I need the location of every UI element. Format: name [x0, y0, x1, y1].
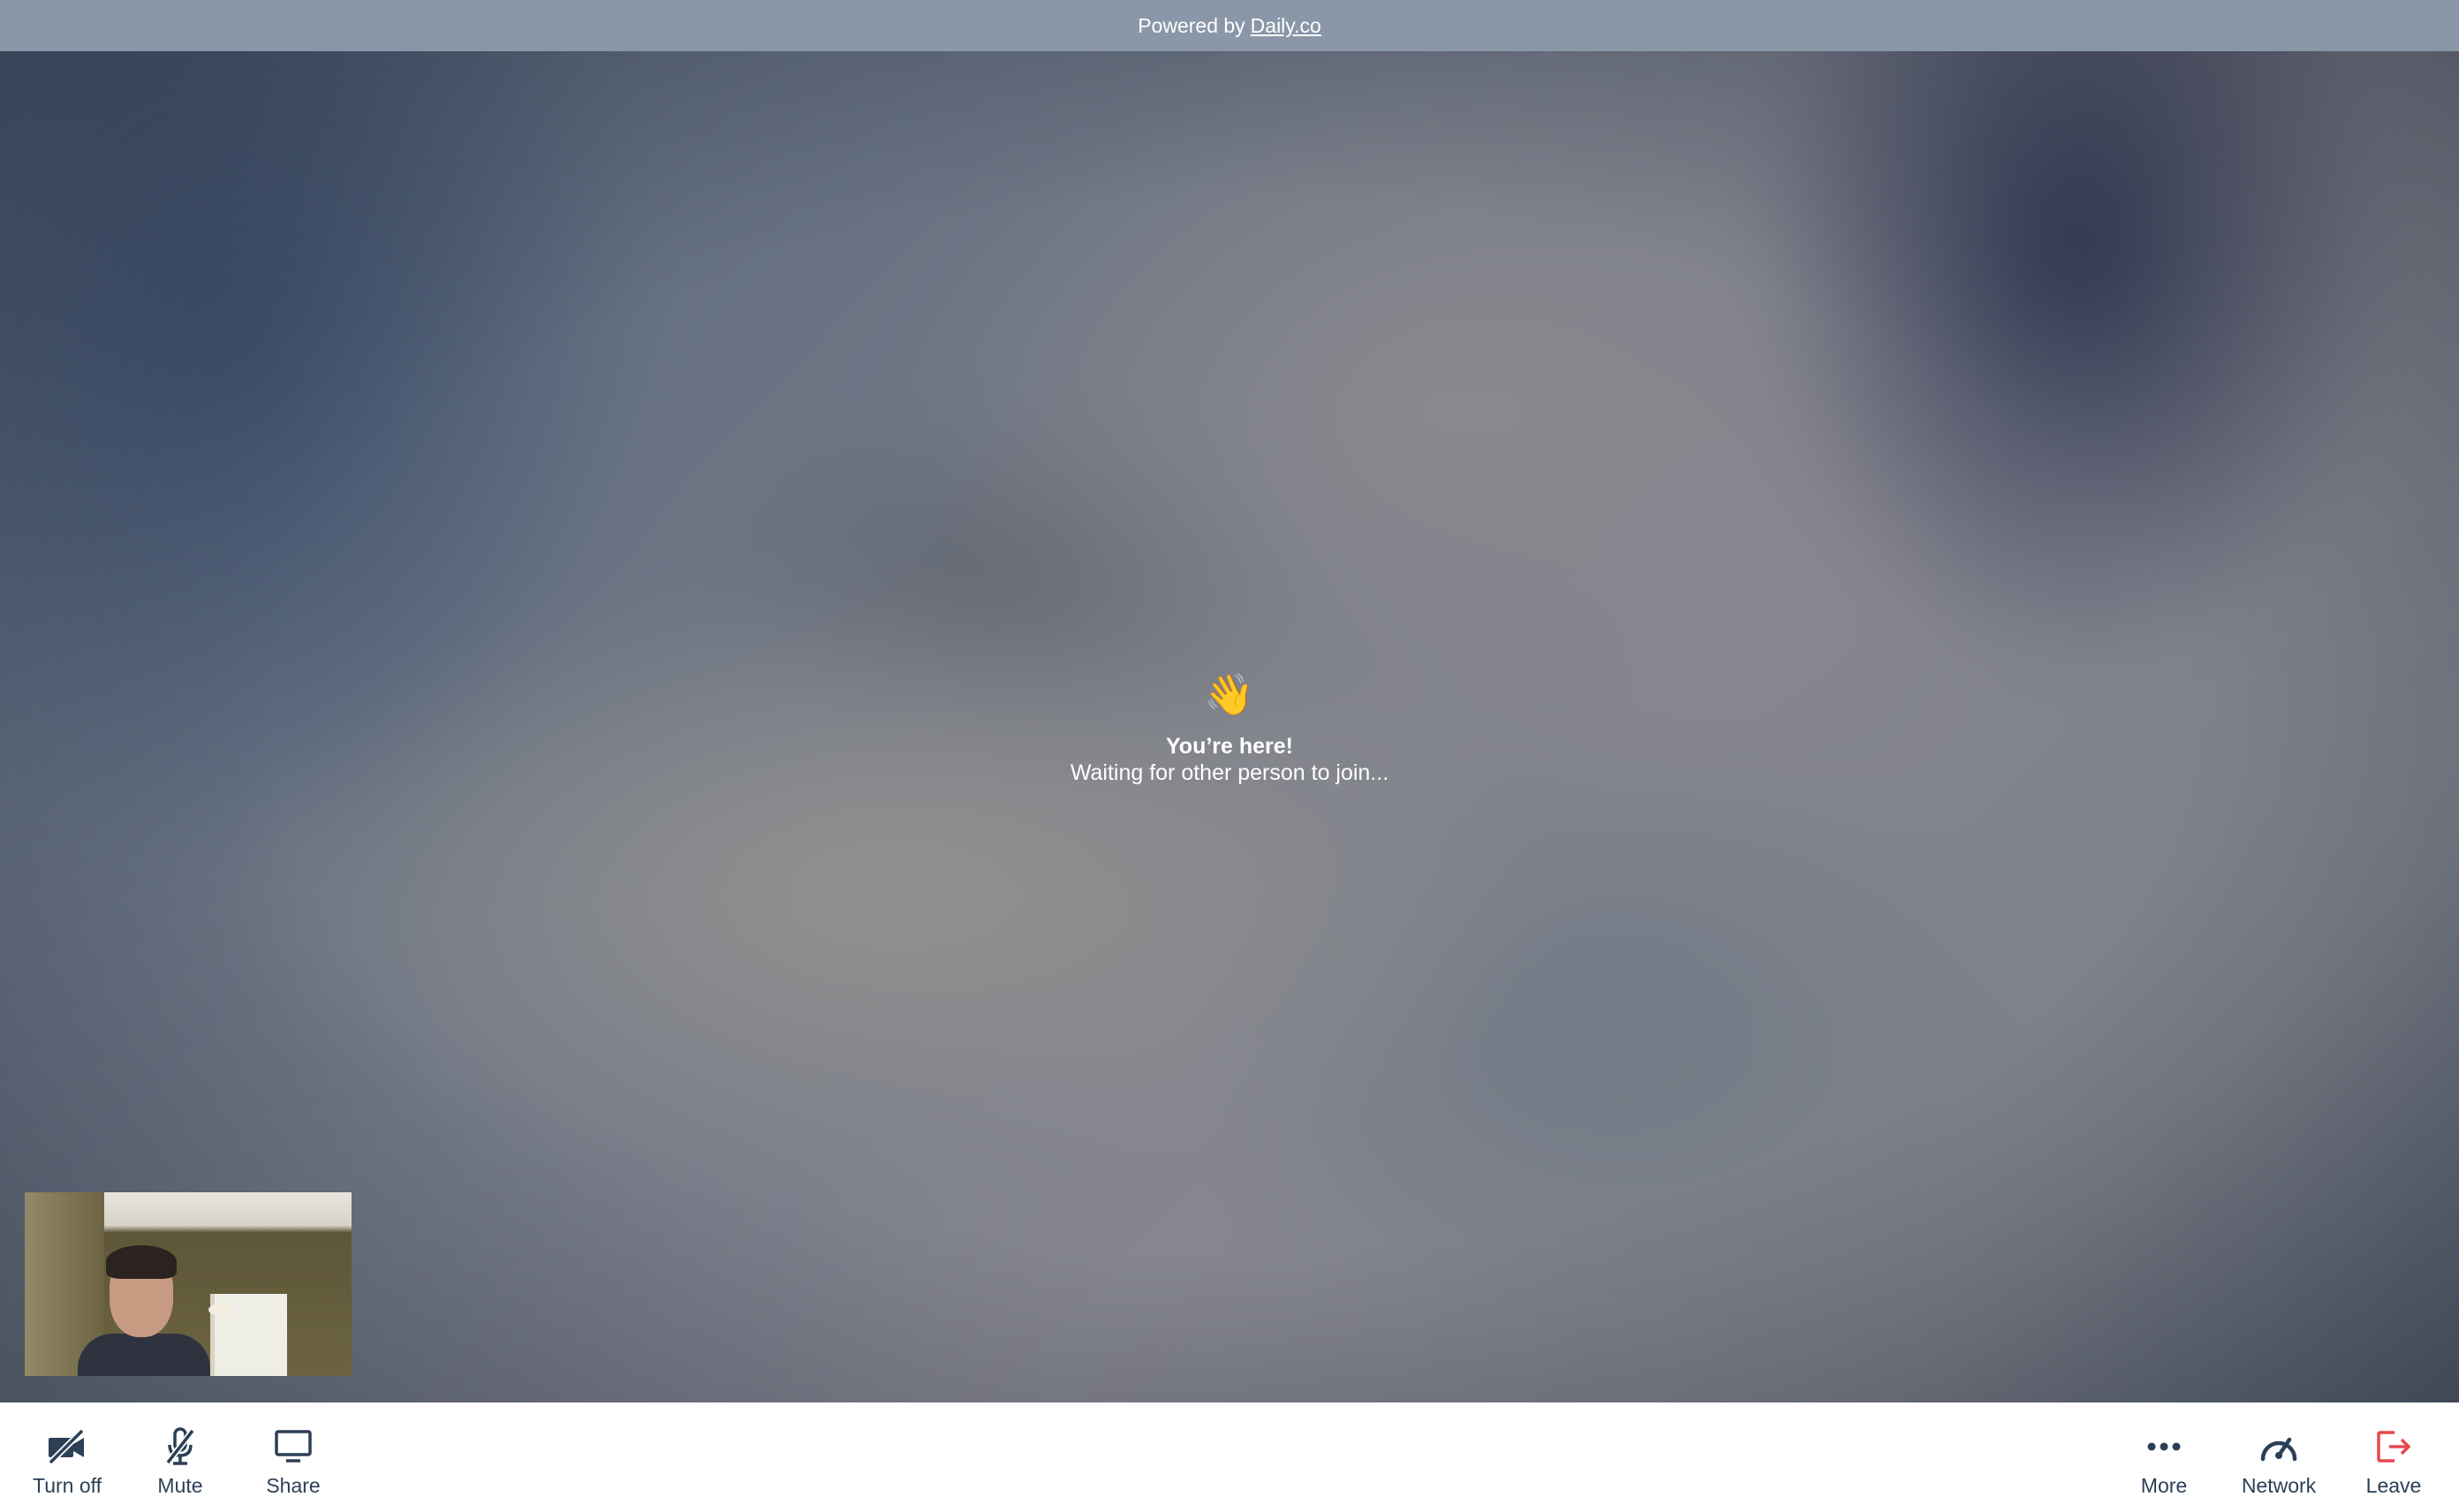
self-view-person-hair [106, 1245, 177, 1279]
share-screen-button[interactable]: Share [237, 1402, 350, 1512]
more-button[interactable]: More [2107, 1402, 2221, 1512]
network-gauge-icon [2258, 1425, 2300, 1468]
waiting-subtitle: Waiting for other person to join... [1070, 760, 1389, 785]
leave-call-button[interactable]: Leave [2337, 1402, 2450, 1512]
powered-by-text: Powered by [1138, 13, 1245, 37]
leave-label: Leave [2365, 1474, 2422, 1497]
powered-by-banner: Powered by Daily.co [0, 0, 2459, 51]
network-label: Network [2241, 1474, 2317, 1497]
camera-off-icon [46, 1425, 88, 1468]
more-label: More [2140, 1474, 2188, 1497]
self-view-video[interactable] [25, 1192, 352, 1376]
self-view-ceiling-light [208, 1304, 235, 1316]
turn-off-camera-button[interactable]: Turn off [11, 1402, 124, 1512]
more-dots-icon [2143, 1425, 2185, 1468]
leave-icon [2372, 1425, 2415, 1468]
screen-share-icon [272, 1425, 314, 1468]
network-button[interactable]: Network [2222, 1402, 2335, 1512]
waving-hand-icon: 👋 [1204, 670, 1255, 718]
self-view-person-body [78, 1334, 210, 1376]
daily-link[interactable]: Daily.co [1251, 14, 1321, 38]
waiting-title: You’re here! [1165, 734, 1294, 759]
remote-video-area: 👋 You’re here! Waiting for other person … [0, 51, 2459, 1402]
waiting-message: 👋 You’re here! Waiting for other person … [0, 669, 2459, 786]
turn-off-label: Turn off [33, 1474, 102, 1497]
call-toolbar: Turn off Mute Share More Network Leave [0, 1402, 2459, 1512]
share-label: Share [266, 1474, 321, 1497]
mic-off-icon [159, 1425, 201, 1468]
mute-label: Mute [157, 1474, 203, 1497]
video-call-app: Powered by Daily.co 👋 You’re here! Waiti… [0, 0, 2459, 1512]
mute-button[interactable]: Mute [124, 1402, 237, 1512]
